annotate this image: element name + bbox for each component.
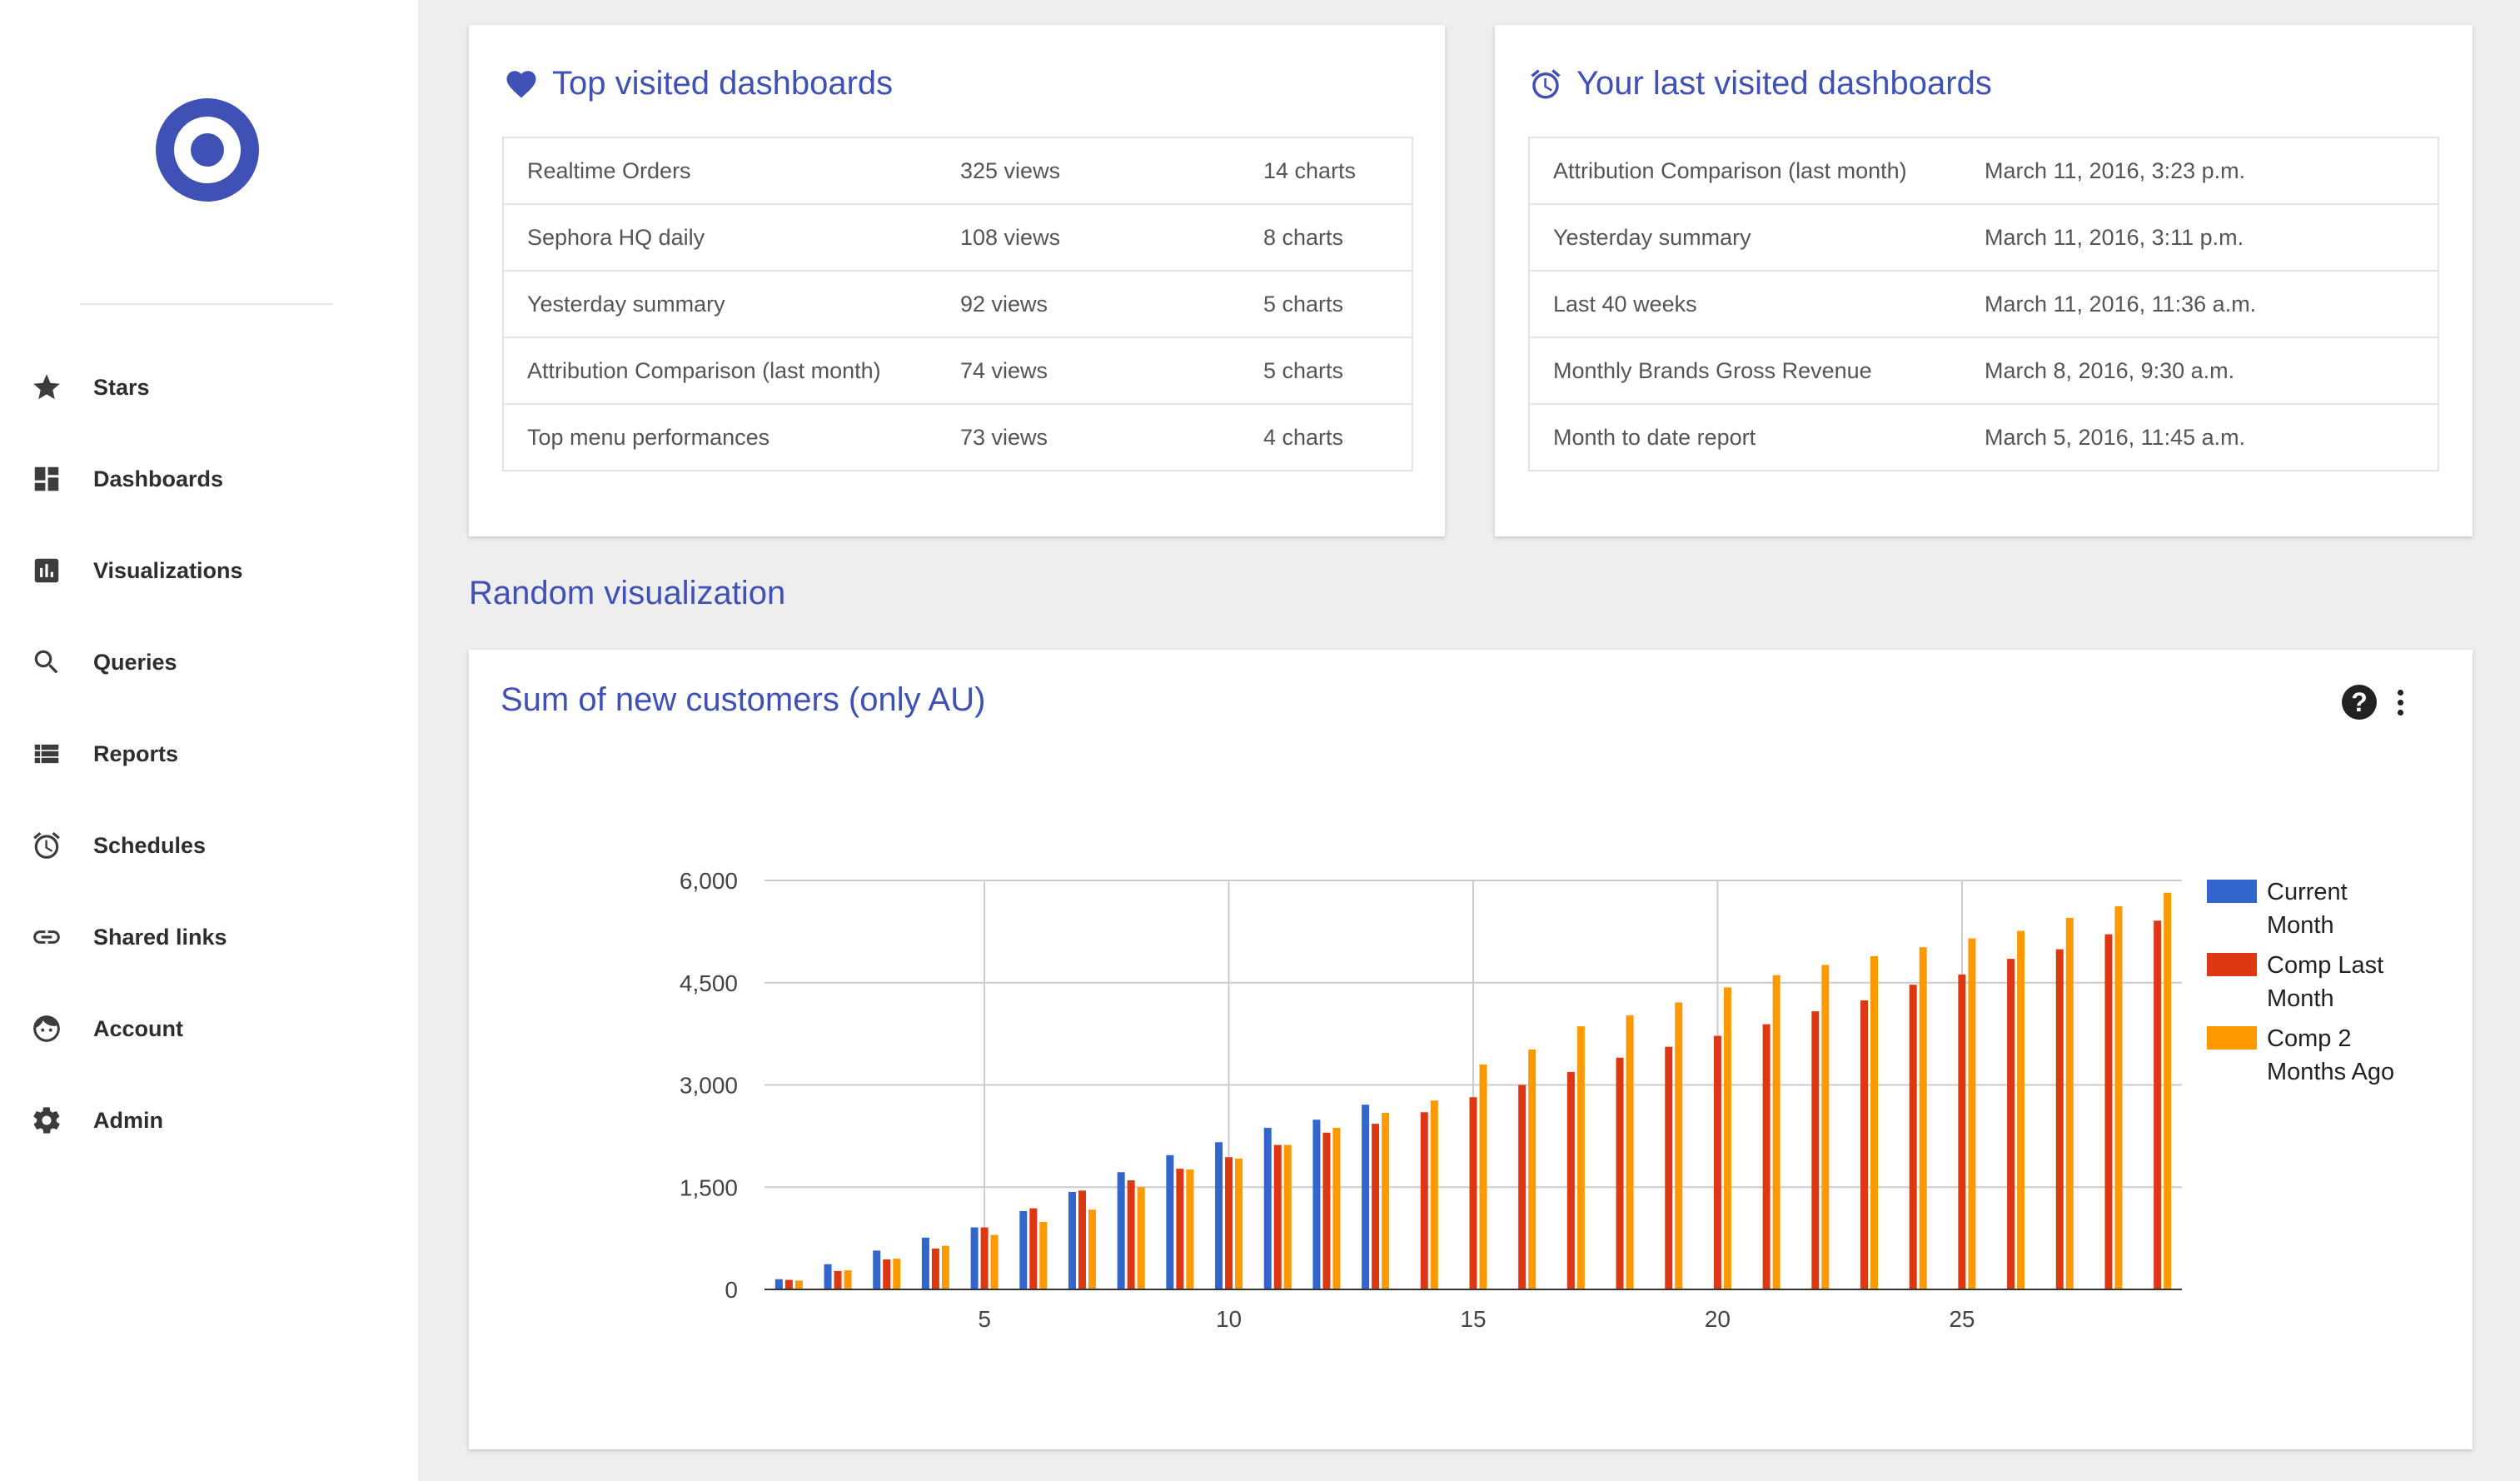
y-tick-label: 4,500 (680, 970, 738, 996)
bar (2114, 906, 2123, 1289)
bar (1078, 1190, 1086, 1289)
bar (1528, 1049, 1536, 1289)
bar (1372, 1124, 1380, 1289)
bar (1518, 1085, 1526, 1289)
bar (1713, 1035, 1721, 1289)
bar (1235, 1158, 1243, 1289)
legend-label: Comp 2 Months Ago (2267, 1025, 2394, 1085)
bar (1616, 1057, 1624, 1289)
bar (1919, 947, 1927, 1289)
bar (1312, 1119, 1321, 1289)
bar (2154, 920, 2162, 1289)
bar (1626, 1015, 1634, 1289)
bar (1723, 987, 1731, 1289)
bar (1566, 1071, 1575, 1289)
bar (1811, 1011, 1820, 1289)
bar (1382, 1113, 1390, 1289)
bar (1137, 1187, 1145, 1289)
bar (1176, 1169, 1184, 1289)
bar (1870, 955, 1879, 1289)
x-tick-label: 20 (1705, 1306, 1731, 1332)
bar (941, 1245, 949, 1289)
bar (893, 1259, 901, 1289)
bar (1186, 1169, 1194, 1289)
bar (794, 1280, 803, 1289)
bar (931, 1248, 939, 1289)
y-tick-label: 6,000 (680, 868, 738, 894)
legend-label: Comp Last Month (2267, 952, 2383, 1012)
bar (834, 1270, 842, 1289)
x-tick-label: 10 (1216, 1306, 1242, 1332)
legend-swatch (2207, 953, 2257, 976)
bar-chart: 0 1,500 3,000 4,500 6,000 5 10 15 20 25 Current Mon… (680, 868, 2394, 1332)
bar (784, 1279, 793, 1289)
bar (1860, 1000, 1869, 1289)
bar (824, 1264, 832, 1289)
bar (1469, 1097, 1477, 1289)
bar (970, 1227, 979, 1289)
bar (1039, 1221, 1048, 1289)
bar (1029, 1208, 1038, 1289)
bar (921, 1237, 929, 1289)
legend-label: Current Month (2267, 879, 2348, 939)
bar (1909, 985, 1917, 1289)
bar (2104, 934, 2113, 1289)
bar (1479, 1064, 1487, 1289)
bar (1772, 975, 1780, 1289)
bar (1958, 974, 1966, 1289)
bar (1430, 1100, 1438, 1289)
x-tick-label: 15 (1460, 1306, 1486, 1332)
bar (2007, 959, 2015, 1289)
y-tick-label: 1,500 (680, 1174, 738, 1200)
legend-swatch (2207, 1026, 2257, 1050)
y-tick-label: 0 (725, 1277, 738, 1303)
bar (1362, 1105, 1370, 1289)
bar (2055, 949, 2064, 1289)
x-tick-label: 5 (978, 1306, 991, 1332)
y-tick-label: 3,000 (680, 1073, 738, 1099)
bar (1263, 1128, 1272, 1289)
legend-swatch (2207, 880, 2257, 903)
bar (990, 1234, 999, 1289)
bar (2017, 930, 2025, 1289)
bar (1283, 1144, 1292, 1289)
bar (1068, 1191, 1076, 1289)
bar (1762, 1024, 1770, 1289)
bar (1117, 1172, 1125, 1289)
bar (883, 1259, 891, 1289)
bar (1225, 1157, 1233, 1289)
bar (1968, 938, 1976, 1289)
bar (1420, 1112, 1428, 1289)
bar (1665, 1046, 1673, 1289)
bar (1127, 1180, 1135, 1289)
bar (980, 1227, 989, 1289)
bar (1821, 965, 1830, 1289)
bar (1215, 1142, 1223, 1289)
bar (1166, 1154, 1174, 1289)
bar (2065, 918, 2074, 1289)
x-tick-label: 25 (1949, 1306, 1975, 1332)
bar (1675, 1002, 1683, 1289)
bar (1088, 1209, 1096, 1289)
bar (844, 1270, 852, 1289)
bar (774, 1279, 783, 1289)
bar (2164, 892, 2172, 1289)
bar (1019, 1210, 1028, 1289)
bar (1273, 1144, 1282, 1289)
bar (1576, 1026, 1585, 1289)
bar (873, 1250, 881, 1289)
bar (1322, 1132, 1331, 1289)
bar (1332, 1128, 1341, 1289)
